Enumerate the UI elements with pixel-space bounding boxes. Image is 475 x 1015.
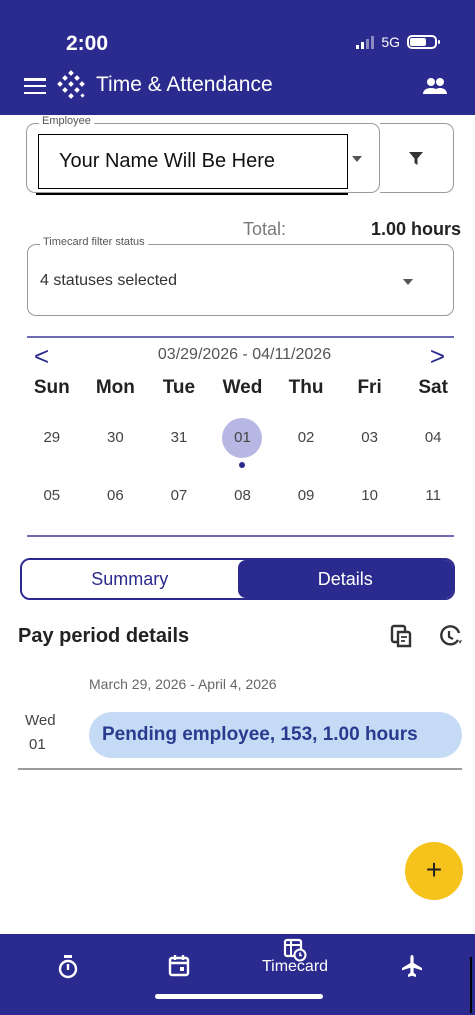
calendar-day[interactable]: 04 xyxy=(401,420,465,456)
history-icon[interactable] xyxy=(437,623,463,649)
calendar-week: 05 06 07 08 09 10 11 xyxy=(20,478,465,514)
network-label: 5G xyxy=(381,34,400,50)
section-title: Pay period details xyxy=(18,625,190,647)
filter-button[interactable] xyxy=(380,123,454,193)
edge-mark xyxy=(470,957,472,1013)
status-time: 2:00 xyxy=(66,32,109,55)
calendar-day[interactable]: 05 xyxy=(20,478,84,514)
battery-icon xyxy=(407,35,440,49)
entry-day: 01 xyxy=(29,736,46,753)
day-number: 11 xyxy=(425,487,441,504)
status-indicators: 5G xyxy=(356,34,440,50)
bottom-nav: Timecard xyxy=(0,934,475,1015)
name-underline xyxy=(36,193,348,195)
calendar-day[interactable]: 09 xyxy=(274,478,338,514)
add-button[interactable]: + xyxy=(405,842,463,900)
tab-details[interactable]: Details xyxy=(237,560,453,598)
employee-select[interactable]: Employee Your Name Will Be Here xyxy=(26,115,380,193)
weekday-label: Mon xyxy=(95,377,135,398)
day-number: 06 xyxy=(107,487,124,504)
calendar-day-selected[interactable]: 01 xyxy=(211,418,275,468)
app-logo-icon xyxy=(57,70,85,99)
day-number: 10 xyxy=(361,487,378,504)
calendar-icon xyxy=(168,955,190,977)
day-number: 29 xyxy=(43,429,61,446)
day-number: 04 xyxy=(424,429,442,446)
day-number: 31 xyxy=(170,429,188,446)
calendar-week: 29 30 31 01 02 03 04 xyxy=(20,418,465,468)
airplane-icon xyxy=(402,955,422,977)
entry-weekday: Wed xyxy=(25,712,56,729)
calendar-divider-top xyxy=(27,336,454,338)
timecard-filter-value: 4 statuses selected xyxy=(40,272,177,289)
total-value: 1.00 hours xyxy=(370,219,461,239)
nav-timecard[interactable]: Timecard xyxy=(245,934,345,1015)
timecard-entry[interactable]: Pending employee, 153, 1.00 hours xyxy=(89,712,462,758)
weekday-label: Fri xyxy=(357,377,382,398)
chevron-down-icon xyxy=(352,156,362,162)
weekday-label: Wed xyxy=(222,377,263,398)
stopwatch-icon xyxy=(58,955,78,979)
day-number: 07 xyxy=(170,487,188,504)
calendar-range: 03/29/2026 - 04/11/2026 xyxy=(157,346,332,363)
chevron-down-icon xyxy=(403,279,413,285)
view-toggle: Summary Details xyxy=(20,558,455,600)
weekday-label: Sun xyxy=(33,377,70,398)
chevron-right-icon[interactable]: > xyxy=(430,343,445,369)
day-number: 08 xyxy=(234,487,251,504)
copy-icon[interactable] xyxy=(390,624,414,650)
day-number: 02 xyxy=(297,429,315,446)
weekday-label: Thu xyxy=(288,377,324,398)
calendar-day[interactable]: 10 xyxy=(338,478,402,514)
people-icon[interactable] xyxy=(421,72,449,100)
app-header: 2:00 5G Time & Attendance xyxy=(0,0,475,115)
calendar-day[interactable]: 03 xyxy=(338,420,402,456)
calendar-day[interactable]: 08 xyxy=(211,478,275,514)
pay-period-range: March 29, 2026 - April 4, 2026 xyxy=(89,676,277,692)
tab-summary[interactable]: Summary xyxy=(22,560,238,598)
timecard-filter-legend: Timecard filter status xyxy=(40,236,148,248)
page-title: Time & Attendance xyxy=(96,73,273,96)
hamburger-menu-icon[interactable] xyxy=(24,78,46,94)
day-number: 09 xyxy=(297,487,315,504)
total-label: Total: xyxy=(243,219,287,239)
nav-calendar[interactable] xyxy=(130,934,230,1015)
home-indicator xyxy=(155,994,323,999)
weekday-header: Sun Mon Tue Wed Thu Fri Sat xyxy=(20,377,465,399)
nav-timer[interactable] xyxy=(18,934,118,1015)
day-number: 01 xyxy=(234,429,251,446)
calendar-day[interactable]: 11 xyxy=(401,478,465,514)
calendar-day[interactable]: 06 xyxy=(84,478,148,514)
employee-legend: Employee xyxy=(39,115,94,127)
nav-time-off[interactable] xyxy=(380,934,475,1015)
filter-icon xyxy=(409,152,423,165)
day-number: 30 xyxy=(107,429,124,446)
calendar-divider-bottom xyxy=(27,535,454,537)
day-number: 03 xyxy=(361,429,378,446)
calendar-day[interactable]: 02 xyxy=(274,420,338,456)
employee-name: Your Name Will Be Here xyxy=(38,134,348,189)
row-divider xyxy=(18,768,462,770)
calendar-day[interactable]: 31 xyxy=(147,420,211,456)
timecard-filter-select[interactable]: Timecard filter status 4 statuses select… xyxy=(27,236,454,316)
nav-timecard-label: Timecard xyxy=(261,958,329,975)
calendar-day[interactable]: 29 xyxy=(20,420,84,456)
signal-icon xyxy=(356,35,375,49)
calendar-day[interactable]: 30 xyxy=(84,420,148,456)
calendar-day[interactable]: 07 xyxy=(147,478,211,514)
day-number: 05 xyxy=(43,487,61,504)
weekday-label: Tue xyxy=(162,377,196,398)
weekday-label: Sat xyxy=(418,377,448,398)
